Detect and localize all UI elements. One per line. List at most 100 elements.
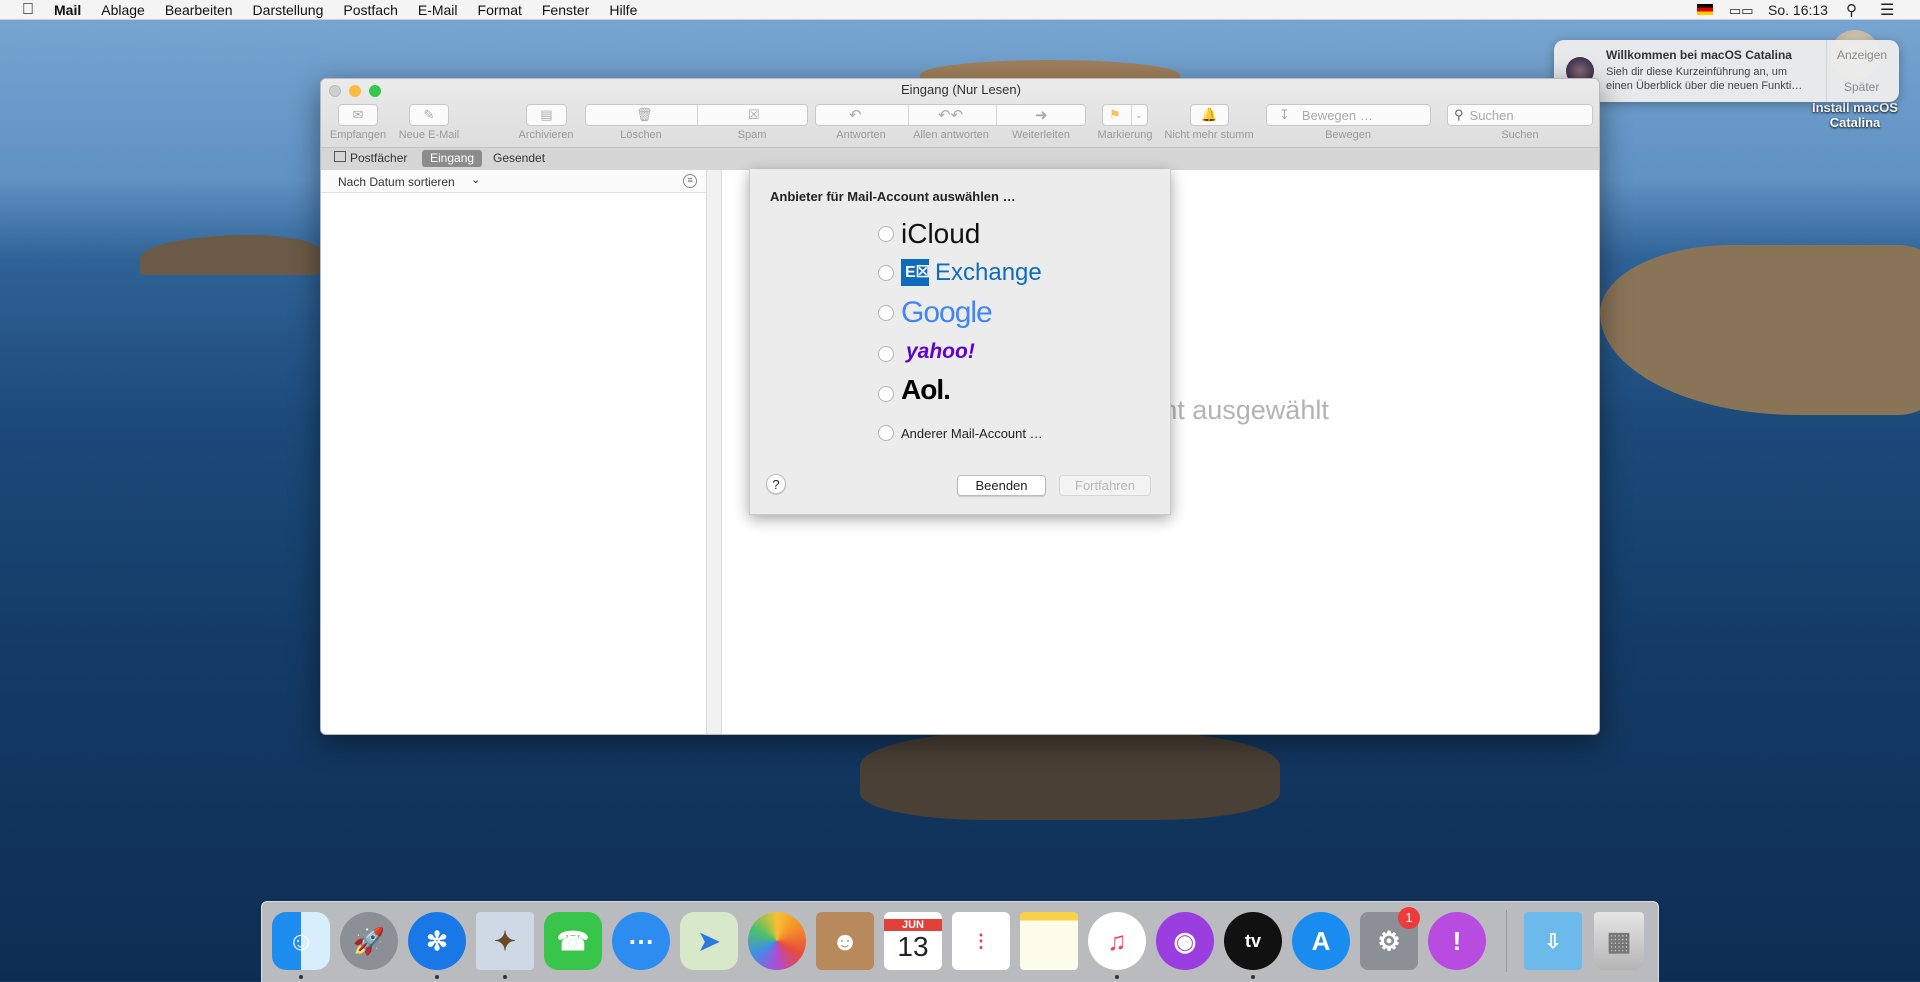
get-mail-label: Empfangen bbox=[329, 129, 387, 141]
notes-icon[interactable] bbox=[1020, 912, 1078, 970]
cancel-button[interactable]: Beenden bbox=[957, 475, 1046, 496]
forward-label: Weiterleiten bbox=[1012, 129, 1070, 141]
menu-bearbeiten[interactable]: Bearbeiten bbox=[155, 2, 243, 18]
archive-button[interactable]: ▤ bbox=[526, 104, 567, 126]
photos-icon[interactable] bbox=[748, 912, 806, 970]
calendar-icon[interactable]: JUN 13 bbox=[884, 912, 942, 970]
tab-eingang[interactable]: Eingang bbox=[422, 150, 483, 167]
menu-fenster[interactable]: Fenster bbox=[532, 2, 599, 18]
split-divider[interactable] bbox=[707, 170, 722, 734]
notification-body-line1: Sieh dir diese Kurzeinführung an, um bbox=[1606, 66, 1787, 78]
google-logo[interactable]: Google bbox=[901, 296, 993, 330]
search-icon: ⚲ bbox=[1454, 107, 1464, 122]
chevron-down-icon[interactable]: ⌄ bbox=[1135, 110, 1143, 121]
help-button[interactable]: ? bbox=[766, 474, 786, 494]
flag-label: Markierung bbox=[1097, 129, 1153, 141]
reply-icon[interactable]: ↶ bbox=[849, 106, 862, 124]
forward-icon[interactable]: ➜ bbox=[1035, 106, 1048, 124]
get-mail-button[interactable]: ✉ bbox=[338, 104, 378, 126]
unmute-button[interactable]: 🔔 bbox=[1190, 104, 1229, 126]
menu-hilfe[interactable]: Hilfe bbox=[599, 2, 647, 18]
chevron-down-icon[interactable]: ⌄ bbox=[471, 173, 480, 186]
menu-ablage[interactable]: Ablage bbox=[91, 2, 155, 18]
island-left bbox=[140, 235, 320, 275]
contacts-icon[interactable]: ☻ bbox=[816, 912, 874, 970]
facetime-icon[interactable]: ☎ bbox=[544, 912, 602, 970]
message-list[interactable]: Nach Datum sortieren ⌄ ≡ bbox=[321, 170, 707, 734]
island-bottom bbox=[860, 730, 1280, 820]
feedback-assistant-icon[interactable]: ! bbox=[1428, 912, 1486, 970]
trash-icon[interactable]: 🗑 bbox=[636, 107, 653, 123]
menu-email[interactable]: E-Mail bbox=[408, 2, 468, 18]
exchange-logo[interactable]: Exchange bbox=[935, 259, 1042, 287]
envelope-icon: ✉ bbox=[352, 107, 364, 122]
reply-all-label: Allen antworten bbox=[913, 129, 989, 141]
radio-yahoo[interactable] bbox=[878, 346, 894, 362]
maps-icon[interactable]: ➤ bbox=[680, 912, 738, 970]
compose-button[interactable]: ✎ bbox=[409, 104, 449, 126]
tab-postfaecher[interactable]: Postfächer bbox=[350, 151, 407, 165]
show-button[interactable]: Anzeigen bbox=[1837, 48, 1887, 62]
radio-exchange[interactable] bbox=[878, 265, 894, 281]
icloud-logo[interactable]: iCloud bbox=[901, 218, 980, 250]
aol-logo[interactable]: Aol. bbox=[901, 374, 951, 406]
tab-gesendet[interactable]: Gesendet bbox=[493, 151, 545, 165]
junk-icon[interactable]: ☒ bbox=[748, 107, 760, 123]
calendar-month: JUN bbox=[884, 919, 942, 931]
delete-spam-group: 🗑 ☒ bbox=[585, 104, 808, 126]
continue-button[interactable]: Fortfahren bbox=[1059, 475, 1151, 496]
search-field[interactable]: ⚲ Suchen bbox=[1447, 104, 1593, 126]
apple-menu-icon[interactable]:  bbox=[0, 1, 44, 19]
filter-icon[interactable]: ≡ bbox=[683, 174, 697, 188]
sheet-title: Anbieter für Mail-Account auswählen … bbox=[770, 189, 1016, 204]
music-icon[interactable]: ♫ bbox=[1088, 912, 1146, 970]
dock: ☺ 🚀 ✼ ✦ ☎ ⋯ ➤ ☻ JUN 13 ⋮ ♫ ◉ tv A ⚙ 1 ! … bbox=[261, 901, 1659, 982]
install-macos-label[interactable]: Install macOS Catalina bbox=[1800, 100, 1910, 130]
display-mirroring-icon[interactable]: ▭▭ bbox=[1729, 3, 1754, 19]
mail-icon[interactable]: ✦ bbox=[476, 912, 534, 970]
menu-format[interactable]: Format bbox=[468, 2, 532, 18]
menu-darstellung[interactable]: Darstellung bbox=[243, 2, 334, 18]
menu-bar:  Mail Ablage Bearbeiten Darstellung Pos… bbox=[0, 0, 1920, 20]
move-icon: ↧ bbox=[1279, 107, 1290, 122]
divider bbox=[1826, 40, 1827, 102]
input-source-flag-icon[interactable] bbox=[1697, 4, 1713, 15]
podcasts-icon[interactable]: ◉ bbox=[1156, 912, 1214, 970]
clock[interactable]: So. 16:13 bbox=[1768, 2, 1828, 18]
notification-center-icon[interactable]: ☰ bbox=[1880, 0, 1894, 20]
finder-icon[interactable]: ☺ bbox=[272, 912, 330, 970]
app-store-icon[interactable]: A bbox=[1292, 912, 1350, 970]
trash-icon[interactable]: ▦ bbox=[1594, 912, 1644, 970]
reminders-icon[interactable]: ⋮ bbox=[952, 912, 1010, 970]
spotlight-search-icon[interactable]: ⚲ bbox=[1846, 1, 1857, 19]
later-button[interactable]: Später bbox=[1844, 80, 1879, 94]
downloads-folder-icon[interactable]: ⇩ bbox=[1524, 912, 1582, 970]
launchpad-icon[interactable]: 🚀 bbox=[340, 912, 398, 970]
move-placeholder: Bewegen … bbox=[1301, 107, 1373, 123]
radio-other[interactable] bbox=[878, 425, 894, 441]
radio-aol[interactable] bbox=[878, 386, 894, 402]
tv-icon[interactable]: tv bbox=[1224, 912, 1282, 970]
delete-label: Löschen bbox=[620, 129, 662, 141]
compose-label: Neue E-Mail bbox=[398, 129, 460, 141]
messages-icon[interactable]: ⋯ bbox=[612, 912, 670, 970]
menu-app[interactable]: Mail bbox=[44, 2, 91, 18]
radio-icloud[interactable] bbox=[878, 226, 894, 242]
notification-banner[interactable]: Willkommen bei macOS Catalina Sieh dir d… bbox=[1554, 40, 1899, 102]
reply-all-icon[interactable]: ↶↶ bbox=[938, 106, 963, 124]
calendar-day: 13 bbox=[897, 931, 929, 962]
radio-google[interactable] bbox=[878, 305, 894, 321]
flag-button[interactable]: ⚑ ⌄ bbox=[1102, 104, 1148, 126]
menu-postfach[interactable]: Postfach bbox=[333, 2, 407, 18]
dock-separator bbox=[1506, 910, 1507, 972]
sort-dropdown[interactable]: Nach Datum sortieren bbox=[338, 175, 455, 189]
notification-body-line2: einen Überblick über die neuen Funkti… bbox=[1606, 80, 1803, 92]
yahoo-logo[interactable]: yahoo! bbox=[906, 340, 975, 364]
sidebar-icon[interactable] bbox=[334, 151, 346, 162]
safari-icon[interactable]: ✼ bbox=[408, 912, 466, 970]
reply-label: Antworten bbox=[836, 129, 886, 141]
archive-icon: ▤ bbox=[540, 107, 553, 122]
other-account-label[interactable]: Anderer Mail-Account … bbox=[901, 426, 1043, 441]
account-provider-sheet: Anbieter für Mail-Account auswählen … iC… bbox=[749, 169, 1171, 515]
move-field[interactable]: ↧ Bewegen … bbox=[1266, 104, 1431, 126]
